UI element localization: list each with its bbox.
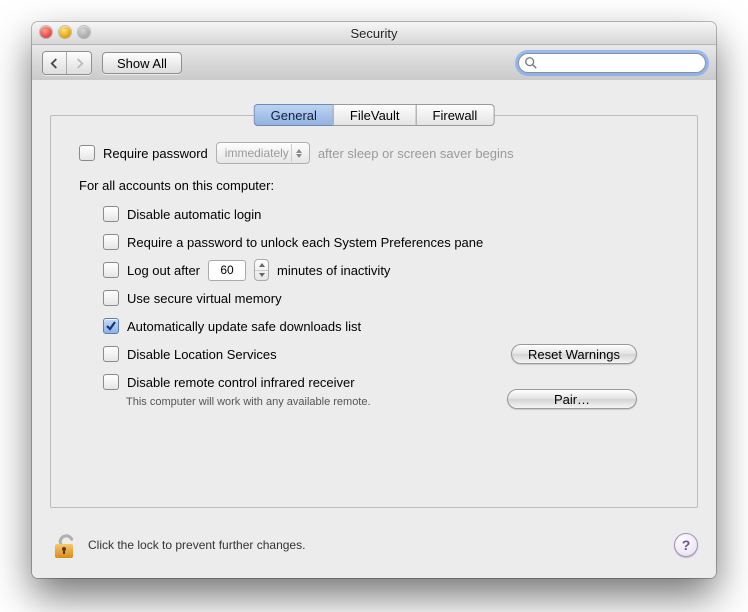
nav-back-forward [42,51,92,75]
log-out-after-row: Log out after 60 minutes of inactivity [103,259,669,281]
secure-vm-checkbox[interactable] [103,290,119,306]
disable-ir-label: Disable remote control infrared receiver [127,375,355,390]
secure-vm-row: Use secure virtual memory [103,287,669,309]
window-title: Security [351,26,398,41]
chevron-left-icon [50,58,59,69]
search-input[interactable] [518,53,706,73]
require-password-delay-value: immediately [225,146,289,160]
forward-button[interactable] [67,52,91,74]
tabbar: General FileVault Firewall [254,104,495,126]
require-password-label: Require password [103,146,208,161]
titlebar: Security [32,22,716,45]
chevron-right-icon [75,58,84,69]
require-pw-prefs-checkbox[interactable] [103,234,119,250]
lock-text: Click the lock to prevent further change… [88,538,305,552]
disable-location-checkbox[interactable] [103,346,119,362]
back-button[interactable] [43,52,67,74]
ir-note: This computer will work with any availab… [103,395,386,409]
general-pane: Require password immediately after sleep… [50,115,698,508]
checkmark-icon [105,320,117,332]
log-out-after-label-before: Log out after [127,263,200,278]
disable-ir-checkbox[interactable] [103,374,119,390]
search-field-wrap [518,53,706,73]
accounts-options: Disable automatic login Require a passwo… [79,203,669,409]
lock-icon[interactable] [50,530,78,560]
require-password-delay-popup[interactable]: immediately [216,142,310,164]
accounts-section-label: For all accounts on this computer: [79,178,669,193]
require-password-suffix: after sleep or screen saver begins [318,146,514,161]
disable-location-row: Disable Location Services Reset Warnings [103,343,669,365]
require-password-checkbox[interactable] [79,145,95,161]
log-out-minutes-stepper[interactable] [254,259,269,281]
tab-filevault[interactable]: FileVault [333,104,416,126]
disable-auto-login-label: Disable automatic login [127,207,261,222]
tab-firewall[interactable]: Firewall [416,104,495,126]
log-out-after-label-after: minutes of inactivity [277,263,390,278]
search-icon [524,56,538,70]
toolbar: Show All [32,45,716,82]
pair-button[interactable]: Pair… [507,389,637,409]
disable-auto-login-row: Disable automatic login [103,203,669,225]
disable-auto-login-checkbox[interactable] [103,206,119,222]
security-window: Security Show All [32,22,716,578]
require-password-row: Require password immediately after sleep… [79,142,669,164]
reset-warnings-button[interactable]: Reset Warnings [511,344,637,364]
close-icon[interactable] [40,26,52,38]
minimize-icon[interactable] [59,26,71,38]
auto-update-safe-row: Automatically update safe downloads list [103,315,669,337]
log-out-minutes-field[interactable]: 60 [208,260,246,281]
help-button[interactable]: ? [674,533,698,557]
require-pw-prefs-row: Require a password to unlock each System… [103,231,669,253]
secure-vm-label: Use secure virtual memory [127,291,282,306]
content: General FileVault Firewall Require passw… [32,80,716,578]
require-pw-prefs-label: Require a password to unlock each System… [127,235,483,250]
auto-update-safe-checkbox[interactable] [103,318,119,334]
disable-location-label: Disable Location Services [127,347,277,362]
log-out-after-checkbox[interactable] [103,262,119,278]
show-all-button[interactable]: Show All [102,52,182,74]
zoom-icon[interactable] [78,26,90,38]
auto-update-safe-label: Automatically update safe downloads list [127,319,361,334]
footer: Click the lock to prevent further change… [50,530,698,560]
tab-general[interactable]: General [254,104,333,126]
